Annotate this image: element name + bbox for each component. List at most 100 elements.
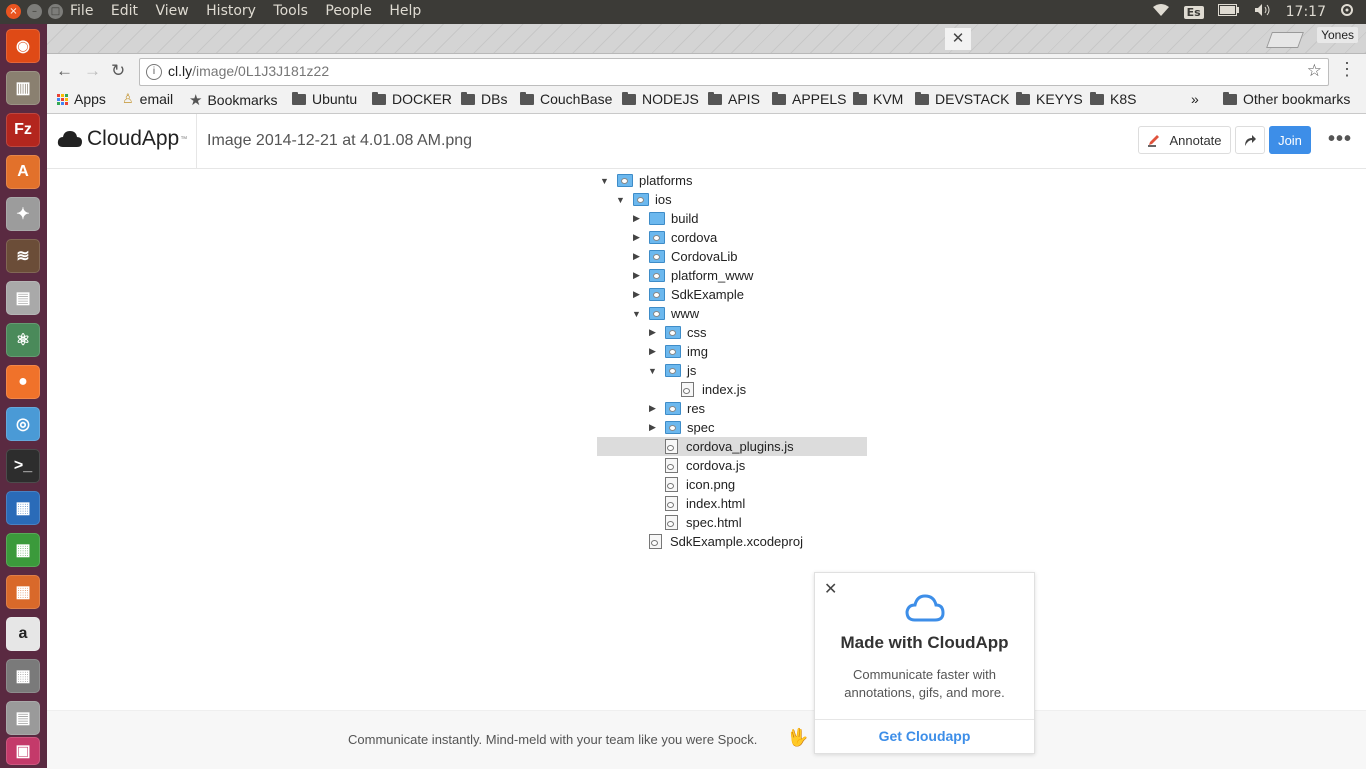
bookmark-folder-nodejs[interactable]: NODEJS xyxy=(622,91,699,107)
disclosure-closed-icon[interactable]: ▶ xyxy=(632,270,641,281)
bookmark-folder-devstack[interactable]: DEVSTACK xyxy=(915,91,1009,107)
menu-file[interactable]: File xyxy=(70,3,93,19)
url-text[interactable]: cl.ly/image/0L1J3J181z22 xyxy=(168,63,329,79)
window-maximize-button[interactable]: □ xyxy=(48,4,63,19)
bookmark-folder-apis[interactable]: APIS xyxy=(708,91,760,107)
disclosure-open-icon[interactable]: ▼ xyxy=(600,176,609,186)
writer-icon[interactable]: ▦ xyxy=(6,491,40,525)
bookmark-folder-docker[interactable]: DOCKER xyxy=(372,91,452,107)
disclosure-closed-icon[interactable]: ▶ xyxy=(648,327,657,338)
impress-icon[interactable]: ▦ xyxy=(6,575,40,609)
reload-icon[interactable]: ↻ xyxy=(111,61,125,81)
clock[interactable]: 17:17 xyxy=(1286,4,1326,20)
power-gear-icon[interactable] xyxy=(1340,3,1354,21)
tree-file-item[interactable]: cordova_plugins.js xyxy=(597,437,867,456)
tree-folder-item[interactable]: ▶ platform_www xyxy=(632,266,753,285)
disclosure-closed-icon[interactable]: ▶ xyxy=(632,213,641,224)
menu-view[interactable]: View xyxy=(155,3,188,19)
tree-folder-item[interactable]: ▶ css xyxy=(648,323,706,342)
tree-file-item[interactable]: SdkExample.xcodeproj xyxy=(632,532,803,551)
bookmark-folder-dbs[interactable]: DBs xyxy=(461,91,507,107)
share-button[interactable] xyxy=(1235,126,1265,154)
menu-people[interactable]: People xyxy=(325,3,372,19)
bookmark-folder-couchbase[interactable]: CouchBase xyxy=(520,91,612,107)
bookmark-folder-appels[interactable]: APPELS xyxy=(772,91,846,107)
disclosure-closed-icon[interactable]: ▶ xyxy=(632,289,641,300)
new-tab-button[interactable] xyxy=(1266,32,1304,48)
battery-icon[interactable] xyxy=(1217,4,1240,20)
tree-file-item[interactable]: spec.html xyxy=(648,513,742,532)
ubuntu-dash-icon[interactable]: ◉ xyxy=(6,29,40,63)
disclosure-closed-icon[interactable]: ▶ xyxy=(632,251,641,262)
more-options-icon[interactable]: ••• xyxy=(1328,128,1352,151)
bookmark-folder-kvm[interactable]: KVM xyxy=(853,91,903,107)
tree-file-item[interactable]: cordova.js xyxy=(648,456,745,475)
disclosure-closed-icon[interactable]: ▶ xyxy=(648,346,657,357)
software-center-icon[interactable]: A xyxy=(6,155,40,189)
bookmark-apps[interactable]: Apps xyxy=(57,91,106,107)
cloudapp-logo[interactable]: CloudApp ™ xyxy=(57,127,187,151)
wifi-icon[interactable] xyxy=(1152,3,1170,21)
annotate-button[interactable]: Annotate xyxy=(1138,126,1231,154)
bookmark-folder-keyys[interactable]: KEYYS xyxy=(1016,91,1083,107)
tree-file-item[interactable]: index.html xyxy=(648,494,745,513)
disclosure-closed-icon[interactable]: ▶ xyxy=(648,422,657,433)
disclosure-closed-icon[interactable]: ▶ xyxy=(632,232,641,243)
get-cloudapp-link[interactable]: Get Cloudapp xyxy=(815,728,1034,744)
tree-folder-item[interactable]: ▶ CordovaLib xyxy=(632,247,737,266)
disclosure-closed-icon[interactable]: ▶ xyxy=(648,403,657,414)
tree-folder-item[interactable]: ▶ spec xyxy=(648,418,714,437)
keyboard-layout-indicator[interactable]: Es xyxy=(1183,5,1204,19)
disclosure-open-icon[interactable]: ▼ xyxy=(648,366,657,376)
file-roller-icon[interactable]: ▥ xyxy=(6,71,40,105)
tree-folder-item[interactable]: ▶ img xyxy=(648,342,708,361)
join-button[interactable]: Join xyxy=(1269,126,1311,154)
firefox-icon[interactable]: ● xyxy=(6,365,40,399)
trash-stack-icon[interactable]: ▣ xyxy=(6,737,40,765)
menu-help[interactable]: Help xyxy=(389,3,421,19)
bookmark-email[interactable]: ♙ email xyxy=(122,91,173,107)
bookmark-folder-k8s[interactable]: K8S xyxy=(1090,91,1136,107)
bookmarks-overflow-chevron[interactable]: » xyxy=(1191,91,1199,107)
menu-history[interactable]: History xyxy=(206,3,256,19)
settings-tools-icon[interactable]: ✦ xyxy=(6,197,40,231)
bookmark-folder-other[interactable]: Other bookmarks xyxy=(1223,91,1350,107)
calculator-icon[interactable]: ▦ xyxy=(6,659,40,693)
tree-folder-item[interactable]: ▼ www xyxy=(632,304,699,323)
tree-folder-item[interactable]: ▶ res xyxy=(648,399,705,418)
menu-edit[interactable]: Edit xyxy=(111,3,138,19)
back-arrow-icon[interactable]: ← xyxy=(56,61,73,81)
window-minimize-button[interactable]: – xyxy=(27,4,42,19)
terminal-icon[interactable]: >_ xyxy=(6,449,40,483)
tree-folder-item[interactable]: ▼ js xyxy=(648,361,696,380)
scanner-icon[interactable]: ▤ xyxy=(6,701,40,735)
menu-tools[interactable]: Tools xyxy=(273,3,308,19)
disclosure-open-icon[interactable]: ▼ xyxy=(632,309,641,319)
atom-editor-icon[interactable]: ⚛ xyxy=(6,323,40,357)
tree-folder-item[interactable]: ▶ SdkExample xyxy=(632,285,744,304)
archive-icon[interactable]: ▤ xyxy=(6,281,40,315)
bookmark-bookmarks[interactable]: ★ Bookmarks xyxy=(189,91,277,109)
forward-arrow-icon[interactable]: → xyxy=(84,61,101,81)
tree-folder-item[interactable]: ▼ ios xyxy=(616,190,672,209)
chrome-menu-icon[interactable]: ⋮ xyxy=(1338,59,1356,80)
volume-icon[interactable] xyxy=(1254,3,1272,21)
disclosure-open-icon[interactable]: ▼ xyxy=(616,195,625,205)
window-close-button[interactable]: × xyxy=(6,4,21,19)
bookmark-folder-ubuntu[interactable]: Ubuntu xyxy=(292,91,357,107)
tree-folder-item[interactable]: ▼ platforms xyxy=(600,171,692,190)
calc-icon[interactable]: ▦ xyxy=(6,533,40,567)
address-bar[interactable]: i cl.ly/image/0L1J3J181z22 ☆ xyxy=(139,58,1329,86)
bookmark-star-icon[interactable]: ☆ xyxy=(1307,61,1322,81)
profile-button[interactable]: Yones xyxy=(1317,27,1358,43)
chrome-icon[interactable]: ◎ xyxy=(6,407,40,441)
close-icon[interactable]: ✕ xyxy=(824,579,837,599)
tab-close-icon[interactable]: ✕ xyxy=(945,28,971,50)
amazon-icon[interactable]: a xyxy=(6,617,40,651)
filezilla-icon[interactable]: Fz xyxy=(6,113,40,147)
workspace-icon[interactable]: ≋ xyxy=(6,239,40,273)
tree-file-item[interactable]: index.js xyxy=(664,380,746,399)
info-icon[interactable]: i xyxy=(146,64,162,80)
tree-folder-item[interactable]: ▶ cordova xyxy=(632,228,717,247)
tree-file-item[interactable]: icon.png xyxy=(648,475,735,494)
